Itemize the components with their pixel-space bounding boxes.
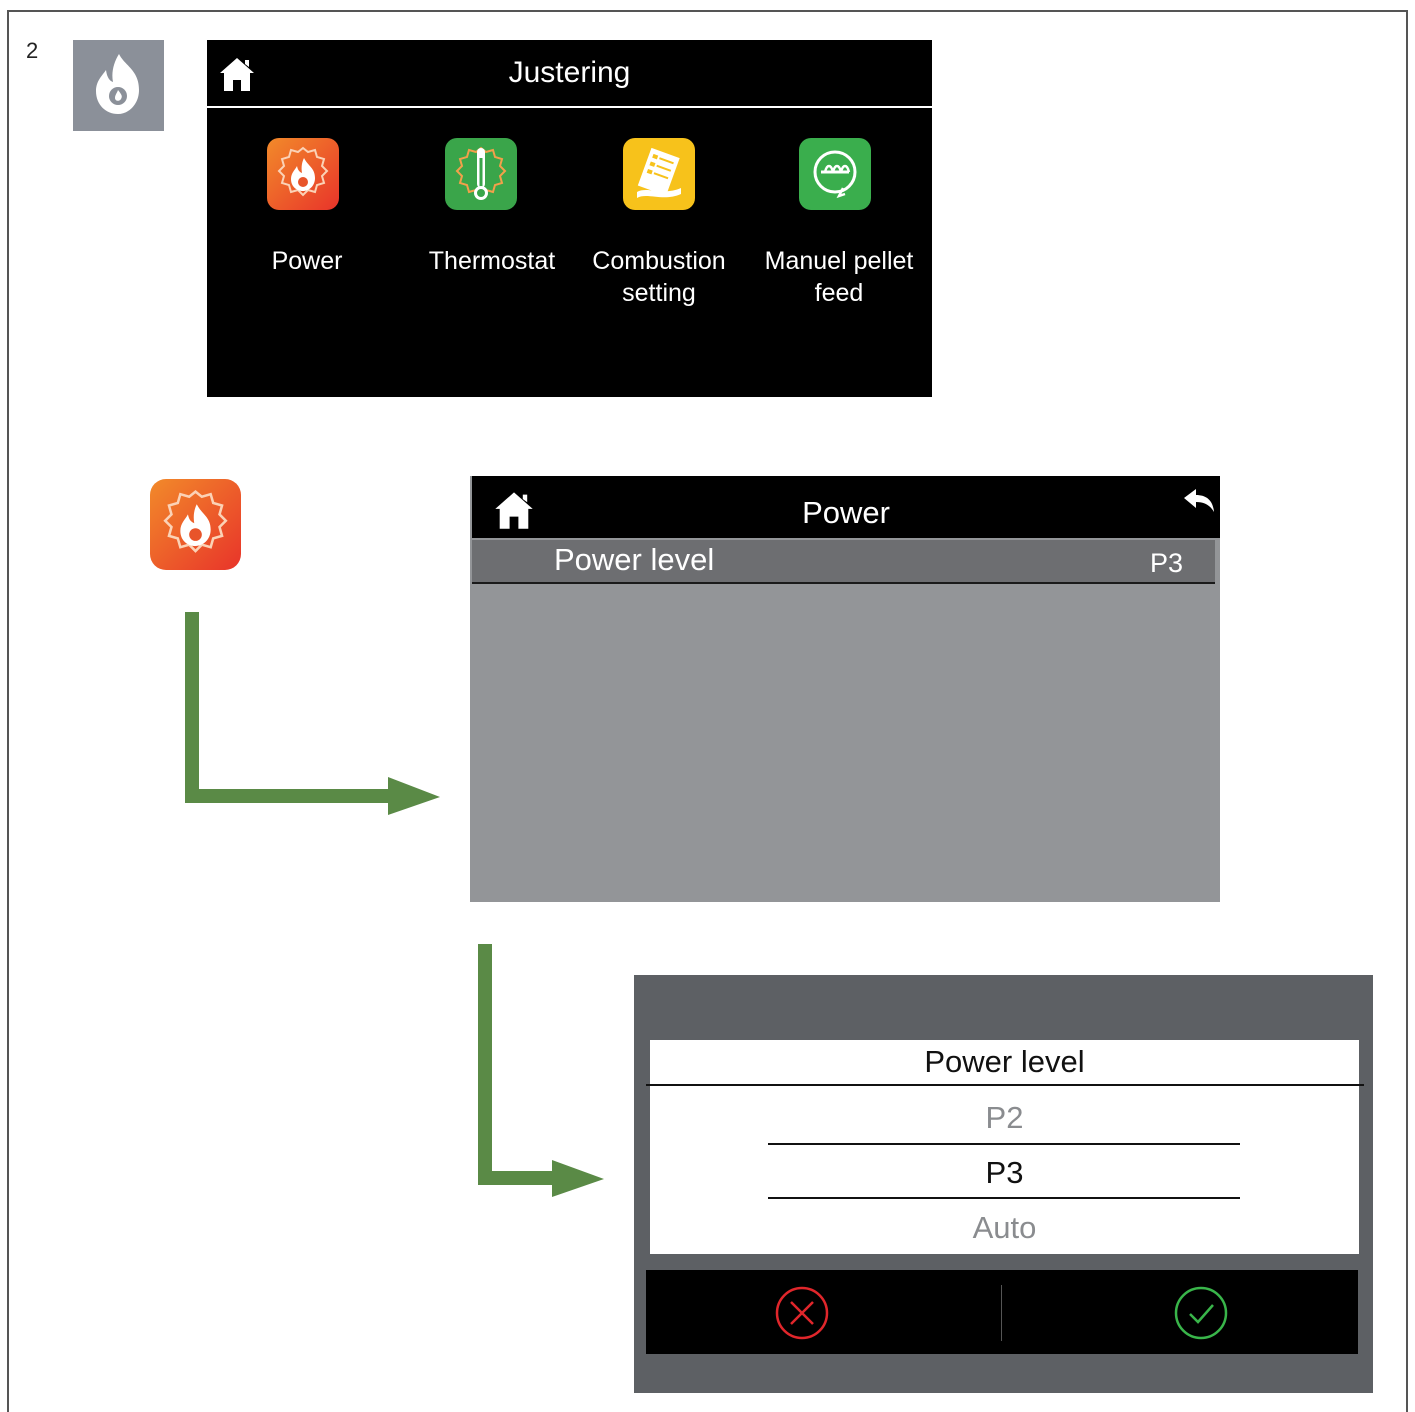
dialog-title-divider <box>646 1084 1364 1086</box>
flow-arrow-2 <box>478 944 556 1185</box>
flow-arrow-1 <box>185 612 392 803</box>
option-auto[interactable]: Auto <box>650 1210 1359 1246</box>
cancel-x-icon[interactable] <box>774 1285 830 1341</box>
selection-line-bottom <box>768 1197 1240 1199</box>
selection-line-top <box>768 1143 1240 1145</box>
option-p2[interactable]: P2 <box>650 1100 1359 1136</box>
dialog-action-bar <box>646 1270 1358 1354</box>
dialog-title: Power level <box>924 1044 1085 1079</box>
power-level-dialog: Power level P2 P3 Auto <box>634 975 1373 1393</box>
action-divider <box>1001 1285 1002 1341</box>
flow-arrow-1-head <box>388 777 440 815</box>
flow-arrow-2-head <box>552 1160 604 1197</box>
confirm-check-icon[interactable] <box>1173 1285 1229 1341</box>
power-level-picker: Power level P2 P3 Auto <box>646 1040 1364 1254</box>
option-p3[interactable]: P3 <box>650 1155 1359 1191</box>
